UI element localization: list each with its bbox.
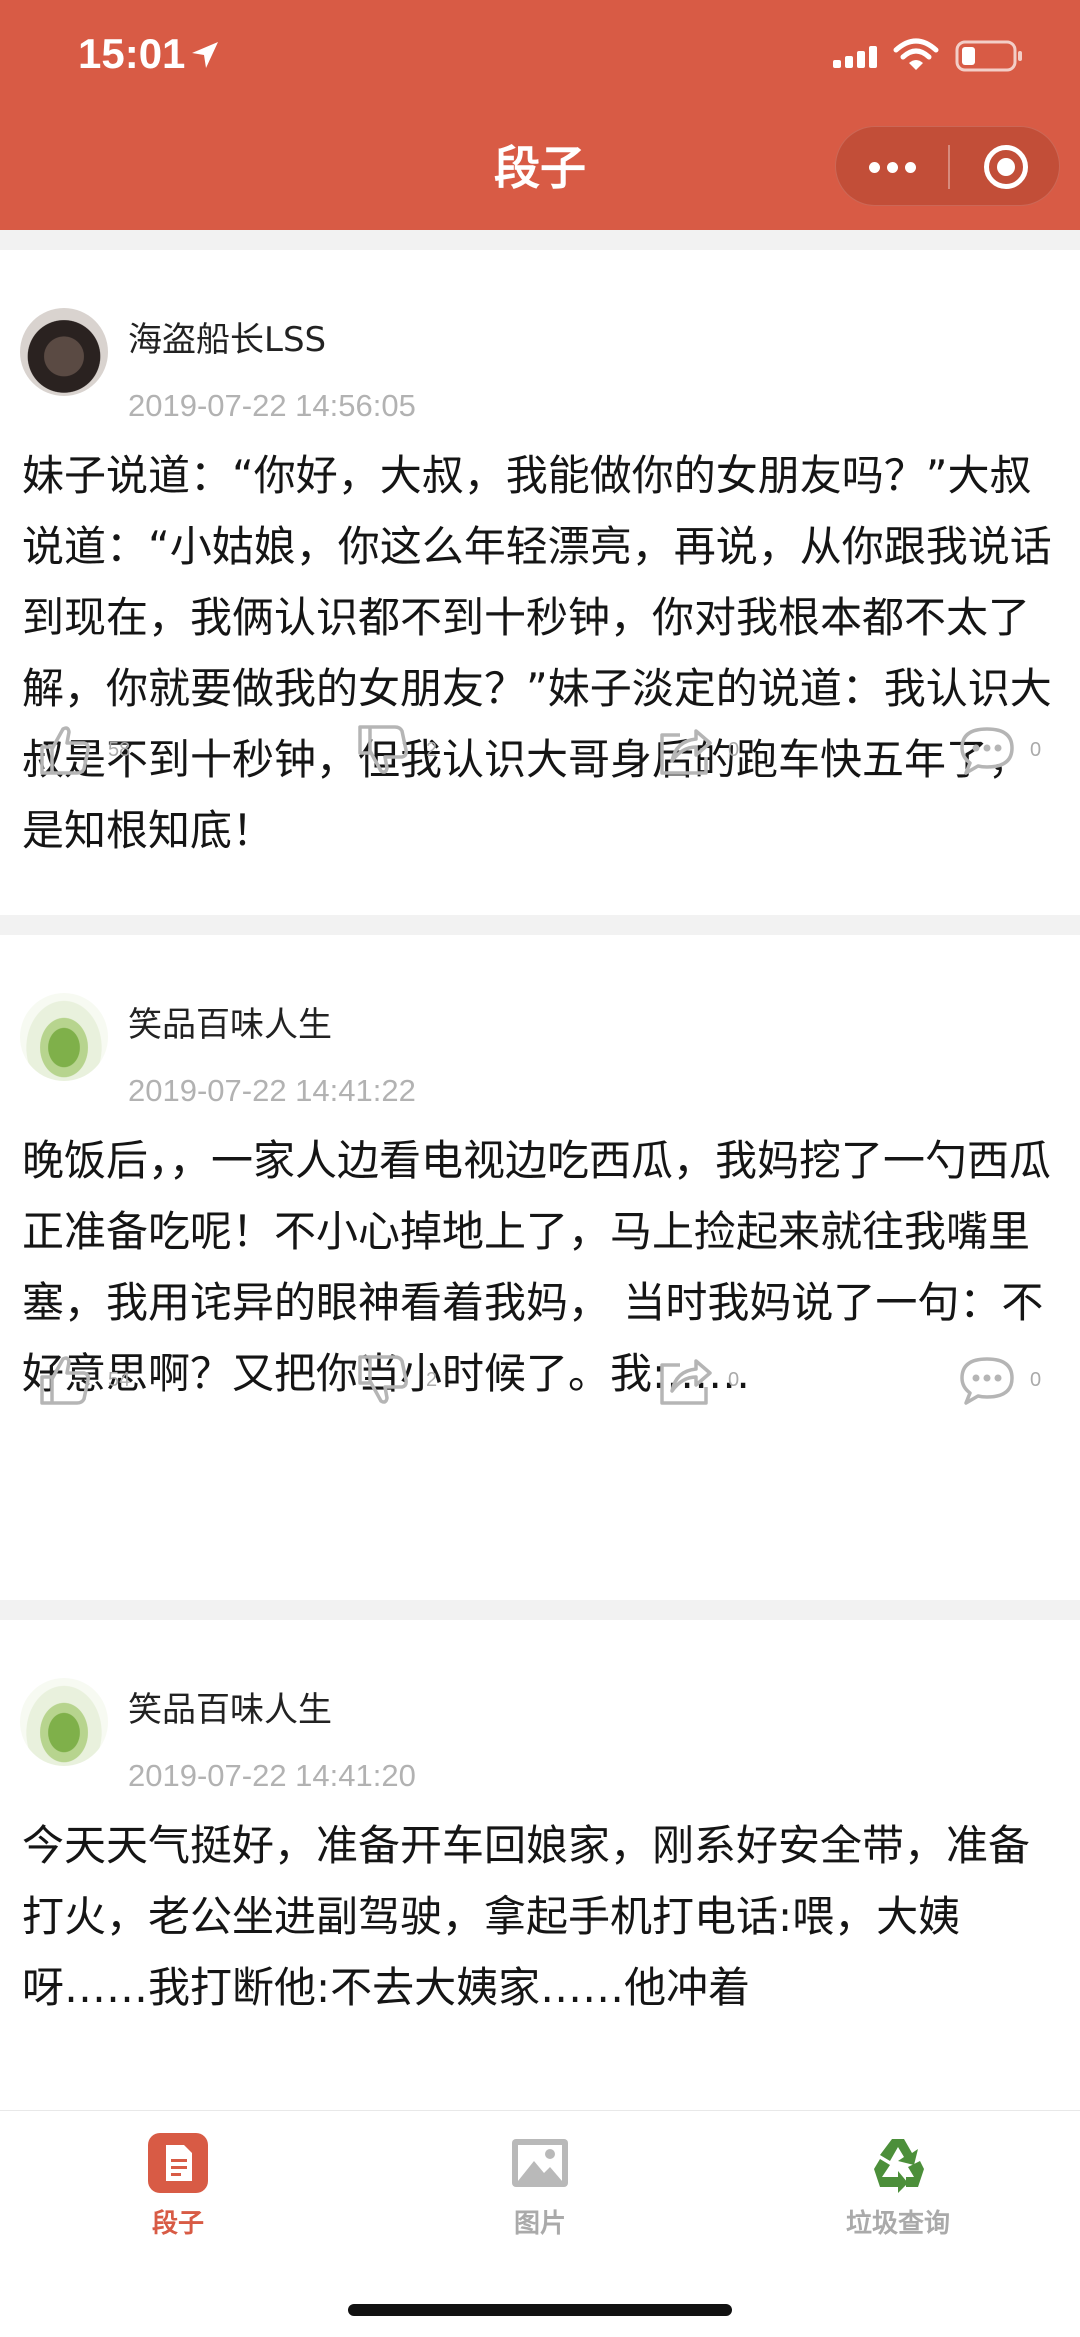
avatar[interactable] [20,308,108,396]
dislike-count: 2 [426,1368,438,1391]
post-username: 笑品百味人生 [128,1005,332,1045]
share-icon [660,729,712,775]
post-username: 海盗船长LSS [128,320,327,360]
tab-label: 垃圾查询 [845,2209,950,2239]
thumbs-down-icon [358,725,408,774]
avatar[interactable] [20,993,108,1081]
post-card: 海盗船长LSS 2019-07-22 14:56:05 妹子说道：“你好，大叔，… [0,250,1080,915]
post-card: 笑品百味人生 2019-07-22 14:41:22 晚饭后，，一家人边看电视边… [0,935,1080,1600]
more-options-button[interactable] [836,127,948,207]
post-timestamp: 2019-07-22 14:41:20 [128,1758,416,1793]
like-count: 58 [108,738,131,761]
thumbs-up-icon [40,1356,90,1405]
comment-count: 0 [1030,1368,1042,1391]
post-timestamp: 2019-07-22 14:41:22 [128,1073,416,1108]
cellular-signal-icon [833,46,877,68]
recycle-icon [874,2139,924,2193]
document-icon [148,2133,208,2193]
like-button[interactable]: 58 [36,715,130,785]
close-miniprogram-button[interactable] [984,145,1028,189]
like-count: 54 [108,1368,131,1391]
battery-icon [955,40,1022,72]
thumbs-up-icon [40,726,90,775]
post-timestamp: 2019-07-22 14:56:05 [128,388,416,423]
avatar[interactable] [20,1678,108,1766]
share-icon [660,1359,712,1405]
comment-button[interactable]: 0 [958,715,1041,785]
post-content: 妹子说道：“你好，大叔，我能做你的女朋友吗？”大叔说道：“小姑娘，你这么年轻漂亮… [22,451,1052,855]
share-count: 0 [728,1368,740,1391]
status-time: 15:01 [78,30,186,77]
post-content: 今天天气挺好，准备开车回娘家，刚系好安全带，准备打火，老公坐进副驾驶，拿起手机打… [22,1821,1031,2012]
miniprogram-capsule [835,126,1060,206]
joke-feed[interactable]: 海盗船长LSS 2019-07-22 14:56:05 妹子说道：“你好，大叔，… [0,230,1080,2110]
bottom-tab-bar: 段子 图片 垃圾查询 [0,2110,1080,2337]
dot-icon [886,161,898,173]
location-arrow-icon [192,42,218,68]
home-indicator [348,2304,732,2316]
comment-icon [960,1357,1014,1405]
dislike-button[interactable]: 2 [354,715,437,785]
post-actions: 58 2 0 0 [0,715,1080,785]
wifi-icon [893,38,939,70]
tab-jokes[interactable]: 段子 [78,2131,278,2240]
dot-icon [868,161,880,173]
dot-icon [904,161,916,173]
share-button[interactable]: 0 [656,715,739,785]
nav-header: 15:01 段子 [0,0,1080,230]
comment-icon [960,727,1014,775]
comment-count: 0 [1030,738,1042,761]
capsule-divider [948,145,950,189]
dislike-count: 2 [426,738,438,761]
post-username: 笑品百味人生 [128,1690,332,1730]
dislike-button[interactable]: 2 [354,1345,437,1415]
thumbs-down-icon [358,1355,408,1404]
tab-images[interactable]: 图片 [440,2131,640,2240]
share-button[interactable]: 0 [656,1345,739,1415]
like-button[interactable]: 54 [36,1345,130,1415]
image-icon [512,2139,568,2187]
tab-garbage-query[interactable]: 垃圾查询 [798,2131,998,2240]
tab-label: 图片 [513,2209,566,2239]
share-count: 0 [728,738,740,761]
tab-label: 段子 [151,2209,204,2239]
post-card: 笑品百味人生 2019-07-22 14:41:20 今天天气挺好，准备开车回娘… [0,1620,1080,2110]
comment-button[interactable]: 0 [958,1345,1041,1415]
post-actions: 54 2 0 0 [0,1345,1080,1415]
